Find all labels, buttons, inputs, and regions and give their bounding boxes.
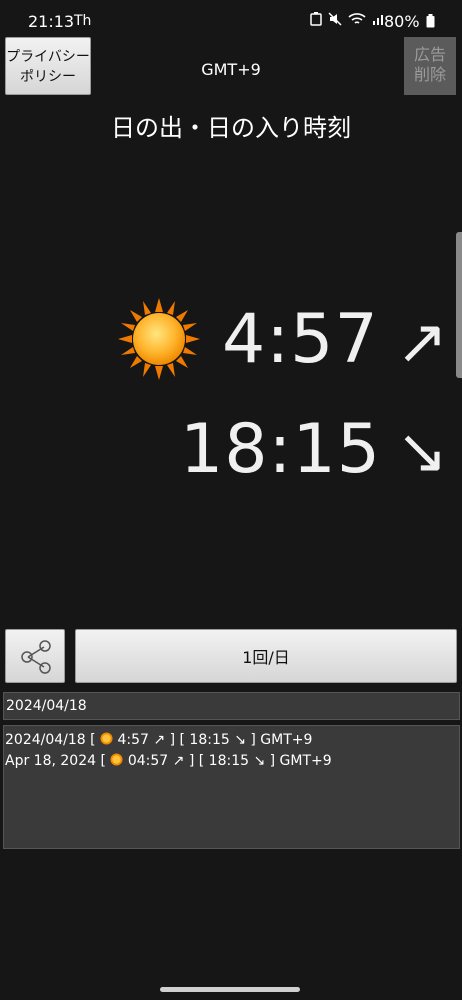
wifi-icon — [348, 13, 366, 24]
status-time: 21:13 — [28, 12, 75, 31]
share-button[interactable] — [5, 629, 65, 683]
battery-percentage: 80% — [384, 12, 420, 31]
sun-small-icon — [100, 732, 113, 745]
page-title: 日の出・日の入り時刻 — [111, 114, 351, 142]
timezone-label: GMT+9 — [201, 60, 261, 79]
sunrise-time: 4:57 — [222, 300, 379, 379]
edge-panel-handle[interactable] — [456, 232, 462, 378]
share-icon — [21, 640, 51, 674]
sun-icon — [118, 298, 200, 380]
battery-saver-icon — [310, 12, 322, 26]
mute-icon — [328, 12, 342, 26]
status-notification-text: Th — [74, 13, 92, 29]
sunrise-arrow-icon: ↗ — [396, 305, 448, 378]
date-field[interactable]: 2024/04/18 — [3, 692, 460, 720]
remove-ads-button[interactable]: 広告 削除 — [404, 37, 456, 95]
log-line: 2024/04/18 [ 4:57 ↗ ] [ 18:15 ↘ ] GMT+9 — [5, 732, 313, 748]
status-bar: 21:13 Th 80% — [0, 0, 462, 40]
log-line: Apr 18, 2024 [ 04:57 ↗ ] [ 18:15 ↘ ] GMT… — [5, 753, 332, 769]
sunset-arrow-icon: ↘ — [396, 414, 448, 487]
frequency-button[interactable]: 1回/日 — [75, 629, 457, 683]
sun-small-icon — [110, 753, 123, 766]
sunset-time: 18:15 — [180, 410, 381, 489]
home-gesture-bar[interactable] — [160, 987, 300, 992]
log-text-area[interactable]: 2024/04/18 [ 4:57 ↗ ] [ 18:15 ↘ ] GMT+9 … — [3, 725, 460, 849]
status-icons — [310, 12, 386, 26]
battery-icon — [426, 14, 435, 28]
